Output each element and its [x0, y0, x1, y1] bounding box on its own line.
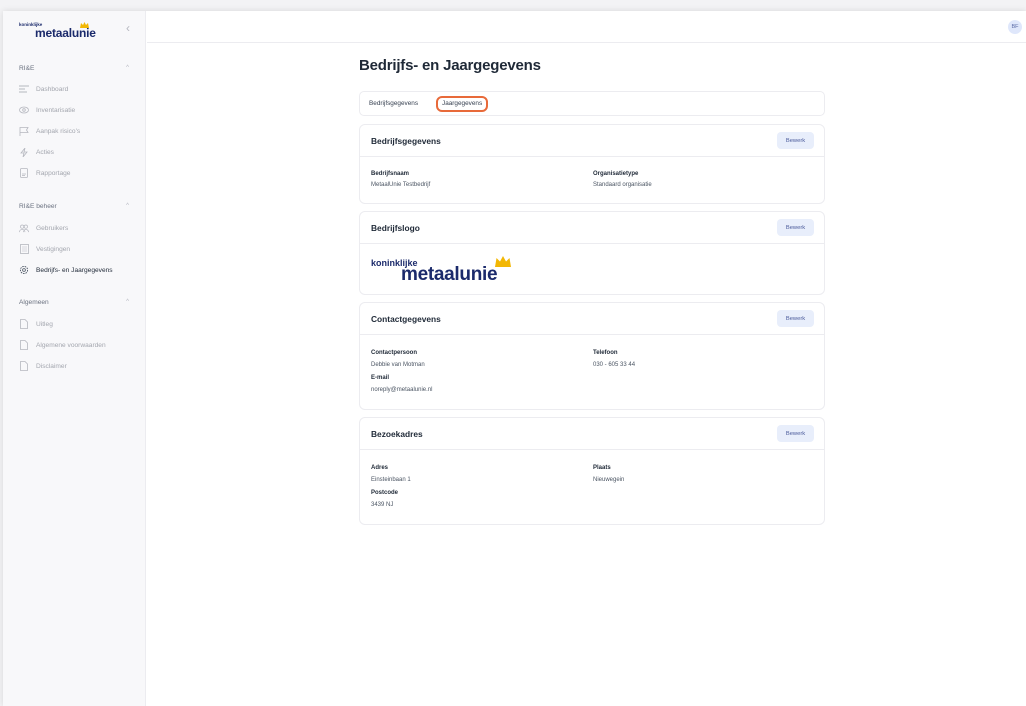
field-value-adres: Einsteinbaan 1: [371, 477, 411, 483]
logo-main-text: metaalunie: [401, 264, 498, 285]
sidebar-item-disclaimer[interactable]: Disclaimer: [19, 359, 143, 373]
tab-jaargegevens[interactable]: Jaargegevens: [436, 96, 489, 112]
field-label-postcode: Postcode: [371, 490, 399, 496]
sidebar-item-uitleg[interactable]: Uitleg: [19, 317, 143, 331]
edit-button[interactable]: Bewerk: [777, 132, 814, 149]
section-header-rie[interactable]: RI&E ^: [19, 65, 129, 77]
sidebar-item-label: Uitleg: [36, 320, 53, 328]
flag-icon: [19, 126, 29, 136]
gear-icon: [19, 265, 29, 275]
avatar[interactable]: BF: [1008, 20, 1022, 34]
field-value-email: noreply@metaalunie.nl: [371, 387, 433, 393]
card-title: Bedrijfslogo: [371, 223, 420, 233]
top-bar: BF: [147, 11, 1026, 43]
building-icon: [19, 244, 29, 254]
card-bedrijfslogo: Bedrijfslogo Bewerk koninklijke metaalun…: [359, 211, 825, 295]
sidebar-item-label: Algemene voorwaarden: [36, 341, 106, 349]
sidebar-item-aanpak-risicos[interactable]: Aanpak risico's: [19, 124, 143, 138]
chevron-up-icon: ^: [126, 65, 129, 71]
card-title: Bedrijfsgegevens: [371, 136, 441, 146]
document-icon: [19, 319, 29, 329]
section-header-rie-beheer[interactable]: RI&E beheer ^: [19, 203, 129, 215]
app-window: koninklijke metaalunie ‹ RI&E ^ Dashboar…: [3, 11, 1026, 706]
field-label-bedrijfsnaam: Bedrijfsnaam: [371, 171, 410, 177]
field-value-telefoon: 030 - 605 33 44: [593, 362, 636, 368]
field-value-plaats: Nieuwegein: [593, 477, 625, 483]
card-title: Bezoekadres: [371, 429, 423, 439]
edit-button[interactable]: Bewerk: [777, 425, 814, 442]
sidebar-item-label: Rapportage: [36, 169, 71, 177]
section-title: RI&E: [19, 65, 35, 72]
company-logo: koninklijke metaalunie: [371, 256, 541, 286]
sidebar-item-label: Dashboard: [36, 85, 69, 93]
eye-icon: [19, 105, 29, 115]
card-bedrijfsgegevens: Bedrijfsgegevens Bewerk Bedrijfsnaam Met…: [359, 124, 825, 204]
field-label-telefoon: Telefoon: [593, 350, 618, 356]
card-header: Bedrijfsgegevens Bewerk: [360, 125, 824, 157]
tab-bedrijfsgegevens[interactable]: Bedrijfsgegevens: [369, 98, 418, 110]
chevron-up-icon: ^: [126, 299, 129, 305]
field-label-plaats: Plaats: [593, 465, 611, 471]
field-value-bedrijfsnaam: MetaalUnie Testbedrijf: [371, 182, 431, 188]
field-value-postcode: 3439 NJ: [371, 502, 394, 508]
sidebar-item-algemene-voorwaarden[interactable]: Algemene voorwaarden: [19, 338, 143, 352]
sidebar: koninklijke metaalunie ‹ RI&E ^ Dashboar…: [3, 11, 146, 706]
sidebar-item-label: Gebruikers: [36, 224, 69, 232]
collapse-sidebar-icon[interactable]: ‹: [126, 22, 138, 34]
card-contactgegevens: Contactgegevens Bewerk Contactpersoon De…: [359, 302, 825, 410]
report-icon: [19, 168, 29, 178]
page-title: Bedrijfs- en Jaargegevens: [359, 57, 541, 74]
logo-main-text: metaalunie: [35, 26, 96, 40]
lightning-icon: [19, 147, 29, 157]
document-icon: [19, 361, 29, 371]
section-title: Algemeen: [19, 299, 49, 306]
field-label-adres: Adres: [371, 465, 389, 471]
sidebar-item-bedrijfs-jaargegevens[interactable]: Bedrijfs- en Jaargegevens: [19, 263, 143, 277]
section-title: RI&E beheer: [19, 203, 57, 210]
sidebar-item-label: Aanpak risico's: [36, 127, 81, 135]
sidebar-item-label: Bedrijfs- en Jaargegevens: [36, 266, 113, 274]
sidebar-item-label: Inventarisatie: [36, 106, 76, 114]
sidebar-item-gebruikers[interactable]: Gebruikers: [19, 221, 143, 235]
field-label-organisatietype: Organisatietype: [593, 171, 639, 177]
crown-icon: [80, 22, 89, 28]
dashboard-icon: [19, 84, 29, 94]
section-header-algemeen[interactable]: Algemeen ^: [19, 299, 129, 311]
sidebar-item-acties[interactable]: Acties: [19, 145, 143, 159]
users-icon: [19, 223, 29, 233]
sidebar-item-label: Acties: [36, 148, 54, 156]
sidebar-item-inventarisatie[interactable]: Inventarisatie: [19, 103, 143, 117]
card-header: Bedrijfslogo Bewerk: [360, 212, 824, 244]
card-bezoekadres: Bezoekadres Bewerk Adres Einsteinbaan 1 …: [359, 417, 825, 525]
edit-button[interactable]: Bewerk: [777, 219, 814, 236]
sidebar-item-rapportage[interactable]: Rapportage: [19, 166, 143, 180]
edit-button[interactable]: Bewerk: [777, 310, 814, 327]
app-logo[interactable]: koninklijke metaalunie: [19, 22, 99, 44]
sidebar-item-dashboard[interactable]: Dashboard: [19, 82, 143, 96]
field-value-contactpersoon: Debbie van Motman: [371, 362, 425, 368]
sidebar-item-vestigingen[interactable]: Vestigingen: [19, 242, 143, 256]
chevron-up-icon: ^: [126, 203, 129, 209]
field-label-contactpersoon: Contactpersoon: [371, 350, 418, 356]
sidebar-item-label: Disclaimer: [36, 362, 67, 370]
card-header: Bezoekadres Bewerk: [360, 418, 824, 450]
card-title: Contactgegevens: [371, 314, 441, 324]
document-icon: [19, 340, 29, 350]
crown-icon: [495, 256, 511, 267]
card-header: Contactgegevens Bewerk: [360, 303, 824, 335]
sidebar-item-label: Vestigingen: [36, 245, 71, 253]
tab-bar: Bedrijfsgegevens Jaargegevens: [359, 91, 825, 116]
field-label-email: E-mail: [371, 375, 390, 381]
field-value-organisatietype: Standaard organisatie: [593, 182, 652, 188]
